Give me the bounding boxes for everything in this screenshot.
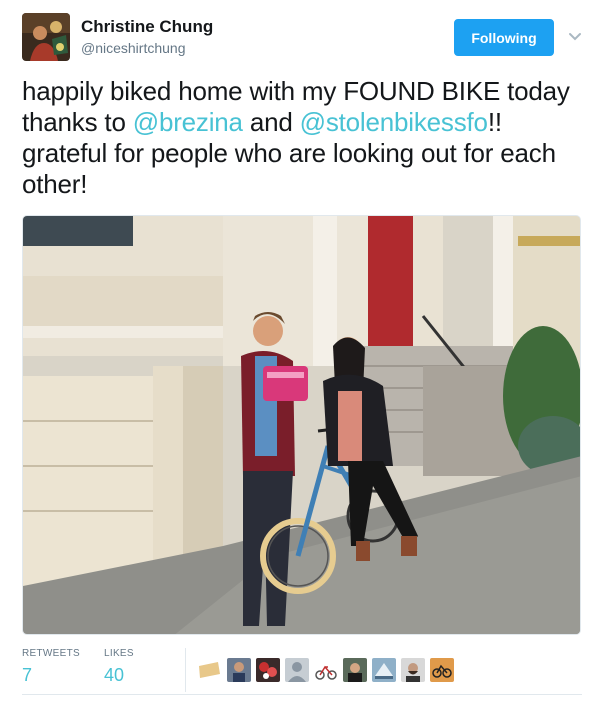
liker-avatar[interactable] [430,658,454,682]
retweets-label: RETWEETS [22,648,80,659]
user-name[interactable]: Christine Chung [81,17,213,37]
liker-avatars [198,658,454,682]
retweets-count: 7 [22,665,33,685]
tweet-photo[interactable] [22,215,581,635]
stats-divider [185,648,186,692]
following-button[interactable]: Following [454,19,554,56]
tweet-stats: RETWEETS 7 LIKES 40 [22,648,582,694]
likes-label: LIKES [104,648,134,659]
likes-stat[interactable]: LIKES 40 [104,648,134,686]
chevron-down-icon[interactable] [567,28,583,44]
mention-link-stolenbikessfo[interactable]: @stolenbikessfo [300,107,488,137]
liker-avatar[interactable] [198,658,222,682]
liker-avatar[interactable] [401,658,425,682]
avatar[interactable] [22,13,70,61]
tweet-text-part: and [242,107,300,137]
liker-avatar[interactable] [285,658,309,682]
retweets-stat[interactable]: RETWEETS 7 [22,648,80,686]
mention-link-brezina[interactable]: @brezina [133,107,243,137]
tweet-header: Christine Chung @niceshirtchung Followin… [22,13,582,63]
liker-avatar[interactable] [314,658,338,682]
liker-avatar[interactable] [343,658,367,682]
liker-avatar[interactable] [227,658,251,682]
stats-bottom-divider [22,694,582,695]
tweet-card: Christine Chung @niceshirtchung Followin… [0,0,593,701]
liker-avatar[interactable] [372,658,396,682]
tweet-text: happily biked home with my FOUND BIKE to… [22,76,584,200]
user-handle[interactable]: @niceshirtchung [81,40,186,56]
liker-avatar[interactable] [256,658,280,682]
likes-count: 40 [104,665,125,685]
